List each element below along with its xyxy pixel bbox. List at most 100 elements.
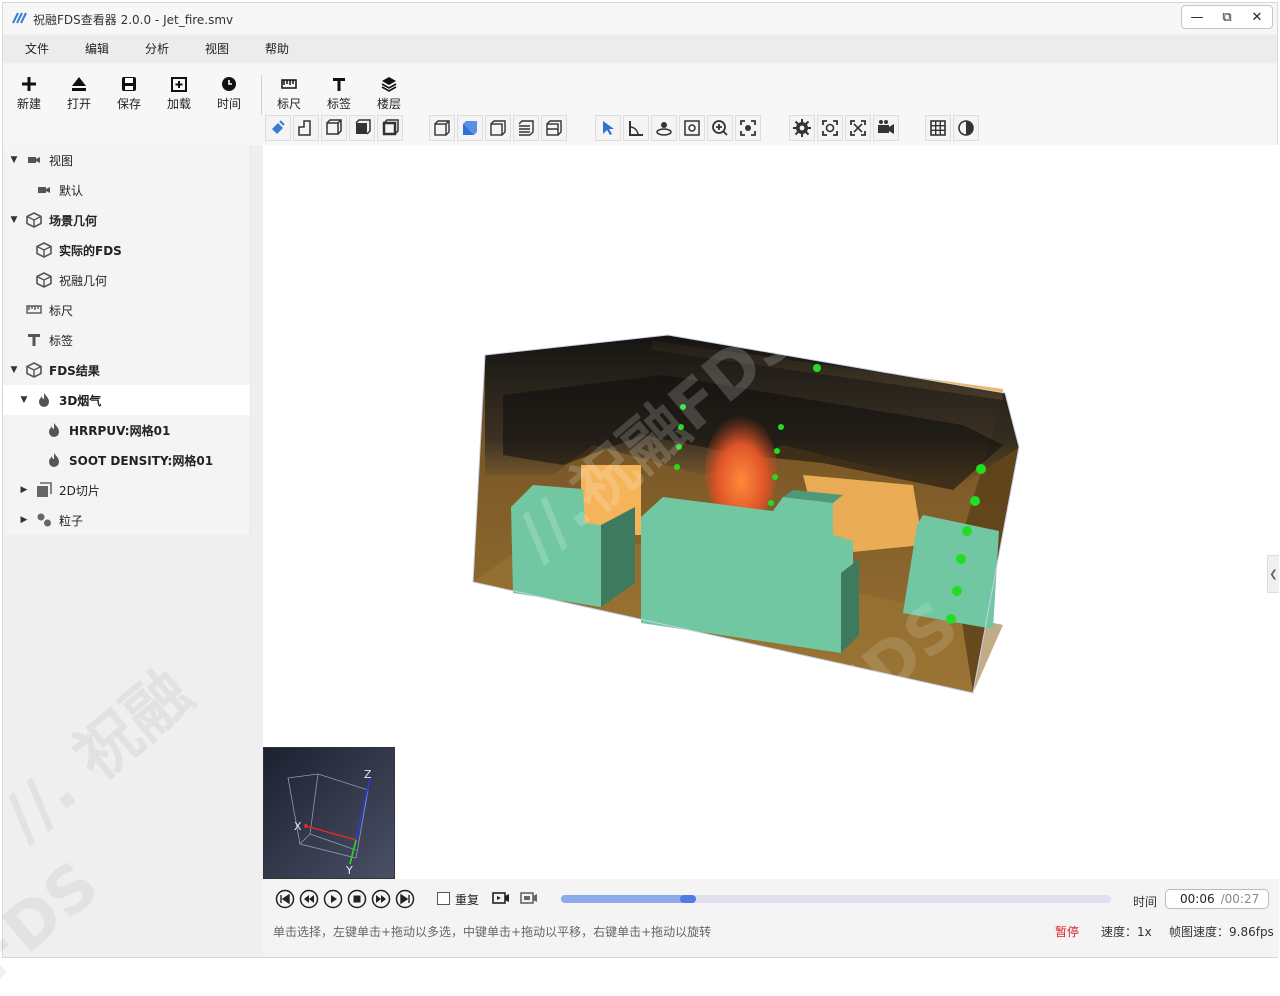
stop-button[interactable] — [347, 889, 367, 909]
save-button[interactable]: 保存 — [107, 75, 151, 115]
grid-button[interactable] — [925, 115, 951, 141]
view-mode-tools — [429, 115, 569, 143]
zoom-in-icon — [712, 120, 728, 136]
settings-button[interactable] — [789, 115, 815, 141]
tree-item-zhurong-geometry[interactable]: 祝融几何 — [3, 265, 250, 295]
cube-icon — [25, 211, 43, 229]
toolbar: 新建 打开 保存 加载 时间 标尺 标签 楼层 — [3, 65, 1277, 145]
paint-tool-button[interactable] — [265, 115, 291, 141]
camera-button[interactable] — [873, 115, 899, 141]
caret-down-icon[interactable]: ▼ — [9, 215, 19, 225]
grid-tools — [925, 115, 981, 143]
plus-icon — [22, 77, 36, 91]
tree-item-default[interactable]: 默认 — [3, 175, 250, 205]
play-state: 暂停 — [1055, 925, 1080, 939]
tree-item-soot-density[interactable]: SOOT DENSITY:网格01 — [3, 445, 250, 475]
time-slider[interactable] — [561, 895, 1111, 903]
repeat-checkbox[interactable] — [437, 892, 450, 905]
wireframe-view-button[interactable] — [429, 115, 455, 141]
compass-icon — [958, 120, 974, 136]
load-button-label: 加载 — [166, 97, 191, 111]
menu-edit[interactable]: 编辑 — [71, 35, 123, 63]
time-button[interactable]: 时间 — [207, 75, 251, 115]
tree-item-view[interactable]: ▼ 视图 — [3, 145, 250, 175]
tree-item-label[interactable]: 标签 — [3, 325, 250, 355]
3d-viewport[interactable]: //.祝融FDS FDS Z X Y ❮ — [263, 145, 1279, 879]
watermark: //. 祝融 — [0, 656, 207, 856]
screenshot-button[interactable] — [817, 115, 843, 141]
restore-button[interactable]: ⧉ — [1212, 6, 1242, 28]
section-view-button[interactable] — [513, 115, 539, 141]
select-button[interactable] — [595, 115, 621, 141]
time-display[interactable]: 00:06 /00:27 — [1165, 889, 1269, 909]
play-button[interactable] — [323, 889, 343, 909]
tree-label: 场景几何 — [49, 213, 98, 228]
caret-down-icon[interactable]: ▼ — [9, 155, 19, 165]
solid-view-button[interactable] — [457, 115, 483, 141]
menu-analysis[interactable]: 分析 — [131, 35, 183, 63]
label-button[interactable]: 标签 — [317, 75, 361, 115]
rewind-button[interactable] — [299, 889, 319, 909]
tree-label: 2D切片 — [59, 483, 100, 498]
camera-icon — [35, 181, 53, 199]
cursor-icon — [603, 121, 614, 135]
caret-down-icon[interactable]: ▼ — [9, 365, 19, 375]
window-controls: — ⧉ ✕ — [1181, 5, 1273, 29]
box-solid-button[interactable] — [349, 115, 375, 141]
orbit-button[interactable] — [651, 115, 677, 141]
compass-button[interactable] — [953, 115, 979, 141]
floor-button[interactable]: 楼层 — [367, 75, 411, 115]
playback-speed: 速度：1x — [1101, 925, 1152, 939]
box-wire-button[interactable] — [321, 115, 347, 141]
watermark: FDS — [0, 847, 114, 996]
cube-blue-icon — [463, 121, 477, 135]
zoom-extent-button[interactable] — [735, 115, 761, 141]
load-button[interactable]: 加载 — [157, 75, 201, 115]
fit-view-button[interactable] — [679, 115, 705, 141]
ruler-button[interactable]: 标尺 — [267, 75, 311, 115]
zoom-button[interactable] — [707, 115, 733, 141]
tree-item-fds-results[interactable]: ▼ FDS结果 — [3, 355, 250, 385]
tree-item-scene-geometry[interactable]: ▼ 场景几何 — [3, 205, 250, 235]
clip-view-button[interactable] — [541, 115, 567, 141]
layers-icon — [381, 77, 397, 92]
caret-right-icon[interactable]: ▶ — [19, 485, 29, 495]
tree-label: 标尺 — [49, 303, 74, 318]
tree-item-particles[interactable]: ▶ 粒子 — [3, 505, 250, 535]
tree-item-actual-fds[interactable]: 实际的FDS — [3, 235, 250, 265]
scene-tree: ▼ 视图 默认 ▼ 场景几何 实际的FDS 祝融几何 标尺 标签 ▼ FDS结果… — [3, 145, 251, 535]
axes-gizmo: Z X Y — [263, 747, 395, 879]
caret-down-icon[interactable]: ▼ — [19, 395, 29, 405]
skip-end-button[interactable] — [395, 889, 415, 909]
close-button[interactable]: ✕ — [1242, 6, 1272, 28]
menu-file[interactable]: 文件 — [11, 35, 63, 63]
new-button[interactable]: 新建 — [7, 75, 51, 115]
time-slider-handle[interactable] — [679, 895, 696, 903]
measure-angle-button[interactable] — [623, 115, 649, 141]
panel-toggle-button[interactable]: ❮ — [1267, 555, 1279, 593]
select-region-button[interactable] — [845, 115, 871, 141]
axis-x-label: X — [294, 820, 302, 833]
flame-icon — [45, 421, 63, 439]
menu-view[interactable]: 视图 — [191, 35, 243, 63]
orbit-user-icon — [656, 122, 672, 136]
eject-icon — [72, 77, 86, 91]
tree-item-hrrpuv[interactable]: HRRPUV:网格01 — [3, 415, 250, 445]
open-button[interactable]: 打开 — [57, 75, 101, 115]
box-frame-button[interactable] — [377, 115, 403, 141]
export-video-button[interactable] — [519, 888, 539, 908]
fast-forward-button[interactable] — [371, 889, 391, 909]
menu-help[interactable]: 帮助 — [251, 35, 303, 63]
skip-start-button[interactable] — [275, 889, 295, 909]
extrude-button[interactable] — [293, 115, 319, 141]
obstruction-center — [641, 497, 853, 653]
cube-icon — [35, 271, 53, 289]
transparent-view-button[interactable] — [485, 115, 511, 141]
minimize-button[interactable]: — — [1182, 6, 1212, 28]
tree-item-2d-slice[interactable]: ▶ 2D切片 — [3, 475, 250, 505]
caret-right-icon[interactable]: ▶ — [19, 515, 29, 525]
tree-item-ruler[interactable]: 标尺 — [3, 295, 250, 325]
record-video-button[interactable] — [491, 888, 511, 908]
tree-item-3d-smoke[interactable]: ▼ 3D烟气 — [3, 385, 250, 415]
text-t-icon — [333, 78, 345, 91]
